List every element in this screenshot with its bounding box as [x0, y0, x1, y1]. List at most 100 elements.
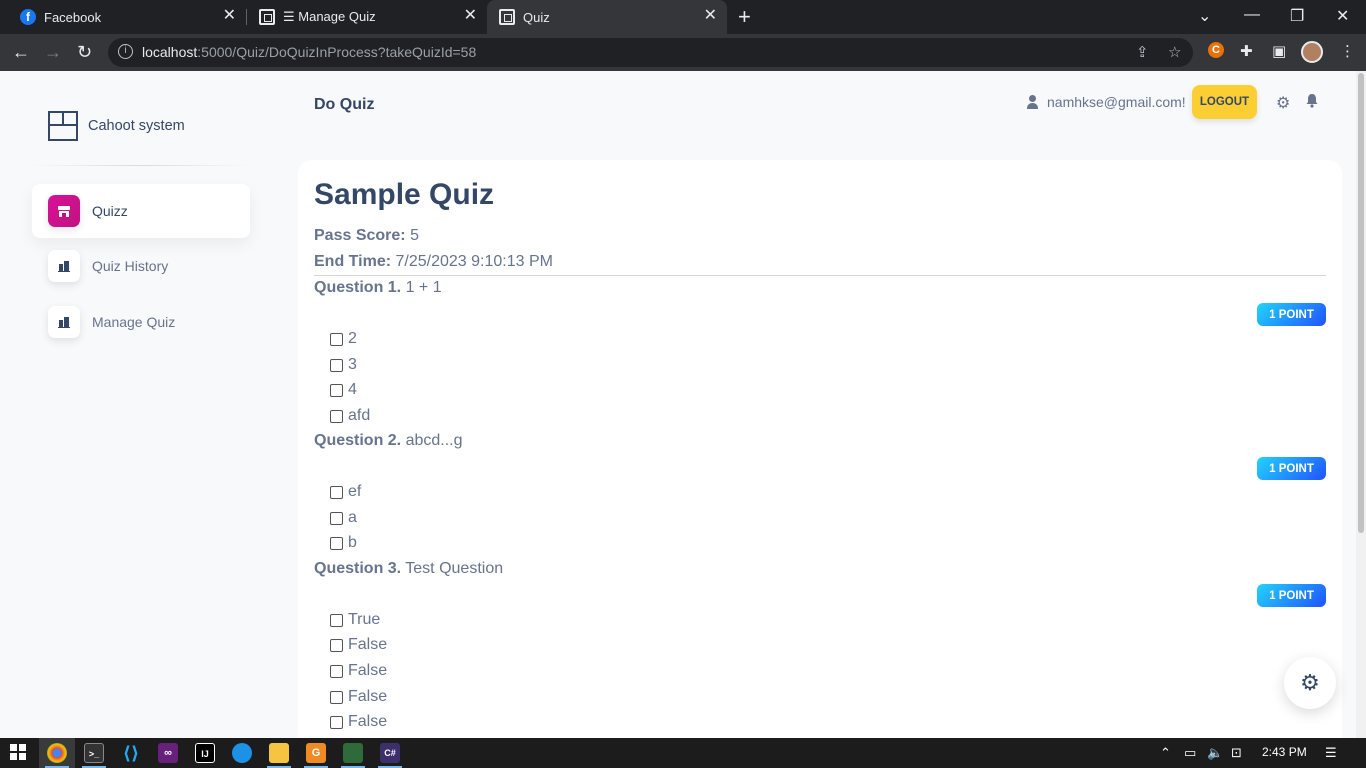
page-title: Do Quiz: [314, 96, 375, 113]
page-scrollbar[interactable]: [1356, 71, 1366, 738]
answer-checkbox[interactable]: [330, 409, 343, 423]
scrollbar-thumb[interactable]: [1358, 73, 1364, 533]
answer-option[interactable]: False: [330, 636, 387, 654]
logout-button[interactable]: LOGOUT: [1192, 85, 1257, 119]
tab-facebook[interactable]: f Facebook ✕: [0, 0, 246, 34]
sidebar-item-quiz-history[interactable]: Quiz History: [32, 239, 250, 293]
answer-checkbox[interactable]: [330, 536, 343, 550]
answer-option[interactable]: True: [330, 611, 380, 629]
answer-option[interactable]: False: [330, 662, 387, 680]
app-orange-icon[interactable]: G: [306, 743, 326, 763]
answer-label: afd: [348, 407, 371, 424]
answer-checkbox[interactable]: [330, 690, 343, 704]
app-green-icon[interactable]: [343, 743, 363, 763]
end-time-value: 7/25/2023 9:10:13 PM: [395, 253, 553, 270]
answer-checkbox[interactable]: [330, 613, 343, 627]
settings-gear-icon[interactable]: ⚙: [1276, 93, 1290, 113]
tray-chevron-icon[interactable]: ⌃: [1160, 745, 1171, 761]
docker-icon[interactable]: [232, 743, 252, 763]
windows-start-icon[interactable]: [10, 744, 26, 763]
url-text[interactable]: localhost:5000/Quiz/DoQuizInProcess?take…: [142, 44, 476, 60]
pass-score-label: Pass Score:: [314, 227, 406, 244]
profile-avatar[interactable]: [1301, 41, 1323, 63]
tab-manage-quiz[interactable]: ☰ Manage Quiz ✕: [247, 0, 487, 34]
answer-label: a: [348, 509, 357, 526]
answer-checkbox[interactable]: [330, 664, 343, 678]
bookmark-star-icon[interactable]: ☆: [1168, 43, 1181, 61]
pass-score: Pass Score: 5: [314, 227, 419, 245]
end-time: End Time: 7/25/2023 9:10:13 PM: [314, 253, 553, 271]
question-text: 1 + 1: [405, 279, 442, 296]
question-title: Question 1. 1 + 1: [314, 279, 442, 297]
configurator-gear-button[interactable]: ⚙: [1284, 657, 1336, 709]
answer-checkbox[interactable]: [330, 383, 343, 397]
answer-option[interactable]: ef: [330, 483, 361, 501]
network-icon[interactable]: ⊡: [1231, 745, 1242, 761]
battery-icon[interactable]: ▭: [1184, 745, 1196, 761]
url-host: localhost: [142, 44, 198, 60]
close-icon[interactable]: ✕: [223, 8, 236, 24]
minimize-button[interactable]: —: [1244, 6, 1260, 24]
answer-option[interactable]: 2: [330, 330, 357, 348]
answer-option[interactable]: afd: [330, 407, 370, 425]
user-account[interactable]: namhkse@gmail.com!: [1026, 94, 1186, 110]
chrome-icon[interactable]: [47, 743, 67, 763]
tab-search-icon[interactable]: ⌄: [1198, 6, 1211, 26]
notification-bell-icon[interactable]: [1305, 93, 1319, 113]
page-viewport: Cahoot system Quizz Quiz History Manage …: [0, 71, 1356, 738]
forward-button[interactable]: →: [44, 41, 62, 63]
tab-quiz[interactable]: Quiz ✕: [487, 0, 727, 34]
site-info-icon[interactable]: i: [118, 44, 133, 59]
answer-checkbox[interactable]: [330, 358, 343, 372]
answer-checkbox[interactable]: [330, 715, 343, 729]
extension-c-icon[interactable]: C: [1208, 42, 1224, 58]
answer-checkbox[interactable]: [330, 638, 343, 652]
chrome-menu-icon[interactable]: ⋮: [1340, 42, 1355, 60]
answer-option[interactable]: False: [330, 688, 387, 706]
reload-button[interactable]: ↻: [77, 41, 92, 63]
answer-label: False: [348, 688, 388, 705]
question-number: Question 3.: [314, 560, 402, 577]
user-email: namhkse@gmail.com!: [1047, 94, 1186, 110]
user-icon: [1026, 95, 1040, 109]
intellij-icon[interactable]: IJ: [195, 743, 215, 763]
notification-center-icon[interactable]: ☰: [1325, 745, 1337, 761]
sidebar-item-quizz[interactable]: Quizz: [32, 184, 250, 238]
answer-label: 2: [348, 330, 357, 347]
side-panel-icon[interactable]: ▣: [1272, 42, 1286, 60]
close-window-button[interactable]: ✕: [1336, 6, 1349, 26]
answer-label: False: [348, 636, 388, 653]
answer-checkbox[interactable]: [330, 485, 343, 499]
volume-icon[interactable]: 🔈: [1207, 745, 1223, 761]
back-button[interactable]: ←: [12, 41, 30, 63]
answer-option[interactable]: a: [330, 509, 357, 527]
taskbar-clock[interactable]: 2:43 PM: [1262, 745, 1307, 759]
office-building-icon: [48, 250, 80, 282]
answer-checkbox[interactable]: [330, 511, 343, 525]
restore-button[interactable]: ❐: [1290, 6, 1304, 26]
terminal-icon[interactable]: >_: [84, 743, 104, 763]
extensions-puzzle-icon[interactable]: ✚: [1240, 42, 1253, 60]
url-bar[interactable]: i localhost:5000/Quiz/DoQuizInProcess?ta…: [108, 38, 1193, 67]
share-icon[interactable]: ⇪: [1136, 43, 1149, 61]
office-building-icon: [48, 306, 80, 338]
answer-option[interactable]: 3: [330, 356, 357, 374]
brand[interactable]: Cahoot system: [48, 111, 185, 141]
answer-option[interactable]: b: [330, 534, 357, 552]
close-icon[interactable]: ✕: [704, 8, 717, 24]
vscode-icon[interactable]: ⟨⟩: [121, 743, 141, 763]
new-tab-button[interactable]: +: [738, 6, 751, 28]
answer-option[interactable]: 4: [330, 381, 357, 399]
sidebar-item-manage-quiz[interactable]: Manage Quiz: [32, 295, 250, 349]
question-text: Test Question: [405, 560, 504, 577]
visual-studio-icon[interactable]: ∞: [158, 743, 178, 763]
close-icon[interactable]: ✕: [464, 8, 477, 24]
answer-option[interactable]: False: [330, 713, 387, 731]
file-explorer-icon[interactable]: [269, 743, 289, 763]
quiz-card: Sample Quiz Pass Score: 5 End Time: 7/25…: [298, 160, 1342, 738]
app-purple-icon[interactable]: C#: [380, 743, 400, 763]
end-time-label: End Time:: [314, 253, 392, 270]
answer-checkbox[interactable]: [330, 332, 343, 346]
points-badge: 1 POINT: [1257, 303, 1326, 326]
sidebar-divider: [30, 165, 250, 166]
